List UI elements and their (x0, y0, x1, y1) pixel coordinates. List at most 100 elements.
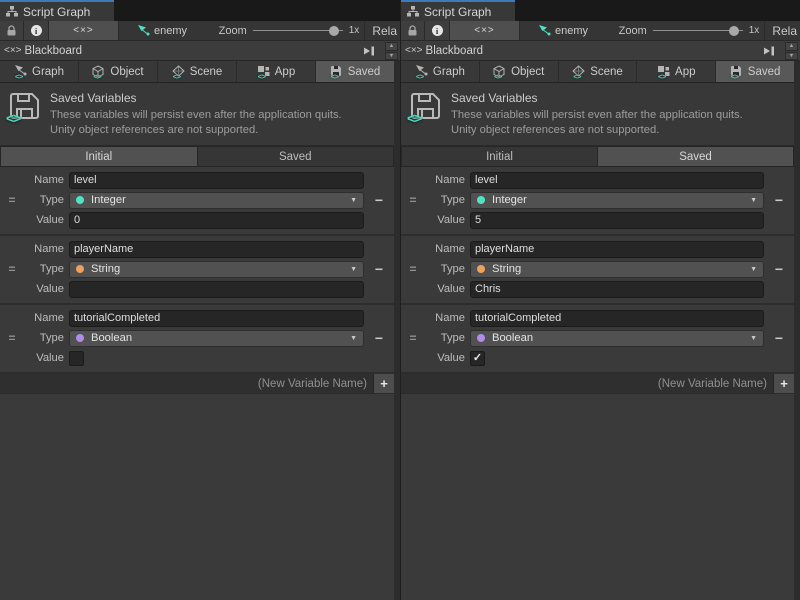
type-value: Boolean (492, 332, 743, 344)
vs-badge-icon: <> (658, 72, 666, 81)
value-checkbox[interactable]: ✓ (470, 351, 485, 366)
tab-graph[interactable]: <> Graph (0, 61, 78, 82)
relations-button[interactable]: Rela (365, 24, 400, 38)
vs-badge-icon: <> (258, 72, 266, 81)
remove-variable-button[interactable]: − (364, 261, 394, 277)
drag-handle[interactable]: = (0, 331, 24, 345)
dock-icon[interactable] (763, 46, 775, 56)
type-dropdown[interactable]: String ▼ (470, 261, 764, 278)
variable-name-input[interactable] (470, 241, 764, 258)
string-type-icon (76, 265, 84, 273)
spinner-up-icon[interactable]: ▲ (385, 42, 398, 51)
variable-list: Name = Type Integer ▼ − (401, 167, 794, 374)
type-value: Integer (91, 194, 343, 206)
lock-button[interactable] (0, 21, 24, 40)
tab-object[interactable]: <> Object (480, 61, 558, 82)
add-variable-button[interactable]: + (773, 374, 794, 393)
graph-node-icon (538, 25, 551, 36)
chevron-down-icon: ▼ (350, 335, 357, 342)
remove-variable-button[interactable]: − (364, 330, 394, 346)
type-dropdown[interactable]: Boolean ▼ (470, 330, 764, 347)
tab-script-graph[interactable]: Script Graph (401, 0, 515, 21)
lock-icon (6, 25, 17, 37)
value-label: Value (24, 214, 64, 226)
blackboard-header: <×> Blackboard ▲ ▼ (401, 41, 800, 61)
variable-name-input[interactable] (69, 310, 364, 327)
type-dropdown[interactable]: String ▼ (69, 261, 364, 278)
variables-toggle-button[interactable]: <×> (450, 21, 520, 40)
info-line-2: Unity object references are not supporte… (50, 123, 342, 138)
hierarchy-graph-icon (6, 6, 18, 17)
drag-handle[interactable]: = (401, 193, 425, 207)
scroll-spinner[interactable]: ▲ ▼ (785, 42, 798, 60)
saved-tab-icon: <> (730, 65, 744, 78)
zoom-slider[interactable] (253, 26, 343, 36)
variable-name-input[interactable] (69, 241, 364, 258)
type-label: Type (24, 332, 64, 344)
variable-value-input[interactable] (470, 212, 764, 229)
tab-saved-values[interactable]: Saved (598, 146, 794, 167)
type-dropdown[interactable]: Boolean ▼ (69, 330, 364, 347)
blackboard-body: <> Graph <> Object <> Scene (401, 61, 794, 600)
tab-initial[interactable]: Initial (0, 146, 198, 167)
type-dropdown[interactable]: Integer ▼ (69, 192, 364, 209)
graph-tab-icon: <> (14, 65, 28, 78)
type-label: Type (425, 194, 465, 206)
boolean-type-icon (477, 334, 485, 342)
graph-breadcrumb[interactable]: enemy (137, 21, 187, 40)
spinner-down-icon[interactable]: ▼ (785, 52, 798, 61)
tab-script-graph[interactable]: Script Graph (0, 0, 114, 21)
variable-name-input[interactable] (470, 310, 764, 327)
variable-name-input[interactable] (470, 172, 764, 189)
spinner-down-icon[interactable]: ▼ (385, 52, 398, 61)
dock-icon[interactable] (363, 46, 375, 56)
variable-row: Name = Type Integer ▼ − (0, 167, 394, 236)
zoom-slider[interactable] (653, 26, 743, 36)
remove-variable-button[interactable]: − (364, 192, 394, 208)
add-variable-button[interactable]: + (373, 374, 394, 393)
tab-label: Saved (348, 66, 381, 78)
drag-handle[interactable]: = (401, 262, 425, 276)
new-variable-name-input[interactable] (0, 374, 373, 393)
drag-handle[interactable]: = (0, 193, 24, 207)
variable-value-input[interactable] (470, 281, 764, 298)
variables-toggle-button[interactable]: <×> (49, 21, 119, 40)
value-checkbox[interactable] (69, 351, 84, 366)
string-type-icon (477, 265, 485, 273)
remove-variable-button[interactable]: − (764, 330, 794, 346)
drag-handle[interactable]: = (0, 262, 24, 276)
tab-scene[interactable]: <> Scene (158, 61, 236, 82)
new-variable-name-input[interactable] (401, 374, 773, 393)
variable-value-input[interactable] (69, 281, 364, 298)
info-button[interactable]: i (24, 21, 49, 40)
tab-object[interactable]: <> Object (79, 61, 157, 82)
name-label: Name (24, 312, 64, 324)
tab-saved-values[interactable]: Saved (198, 146, 395, 167)
drag-handle[interactable]: = (401, 331, 425, 345)
tab-graph[interactable]: <> Graph (401, 61, 479, 82)
relations-button[interactable]: Rela (765, 24, 800, 38)
lock-button[interactable] (401, 21, 425, 40)
tab-saved[interactable]: <> Saved (716, 61, 794, 82)
tab-scene[interactable]: <> Scene (559, 61, 637, 82)
type-dropdown[interactable]: Integer ▼ (470, 192, 764, 209)
spinner-up-icon[interactable]: ▲ (785, 42, 798, 51)
blackboard-body: <> Graph <> Object <> Scene (0, 61, 394, 600)
remove-variable-button[interactable]: − (764, 261, 794, 277)
info-title: Saved Variables (50, 91, 342, 105)
tab-app[interactable]: <> App (637, 61, 715, 82)
remove-variable-button[interactable]: − (764, 192, 794, 208)
tab-initial[interactable]: Initial (401, 146, 598, 167)
saved-variables-icon: <> (409, 91, 441, 122)
slider-knob[interactable] (329, 26, 339, 36)
tab-app[interactable]: <> App (237, 61, 315, 82)
variable-value-input[interactable] (69, 212, 364, 229)
empty-area (401, 393, 794, 600)
tab-saved[interactable]: <> Saved (316, 61, 394, 82)
graph-node-icon (137, 25, 150, 36)
info-button[interactable]: i (425, 21, 450, 40)
slider-knob[interactable] (729, 26, 739, 36)
scroll-spinner[interactable]: ▲ ▼ (385, 42, 398, 60)
variable-name-input[interactable] (69, 172, 364, 189)
graph-breadcrumb[interactable]: enemy (538, 21, 588, 40)
